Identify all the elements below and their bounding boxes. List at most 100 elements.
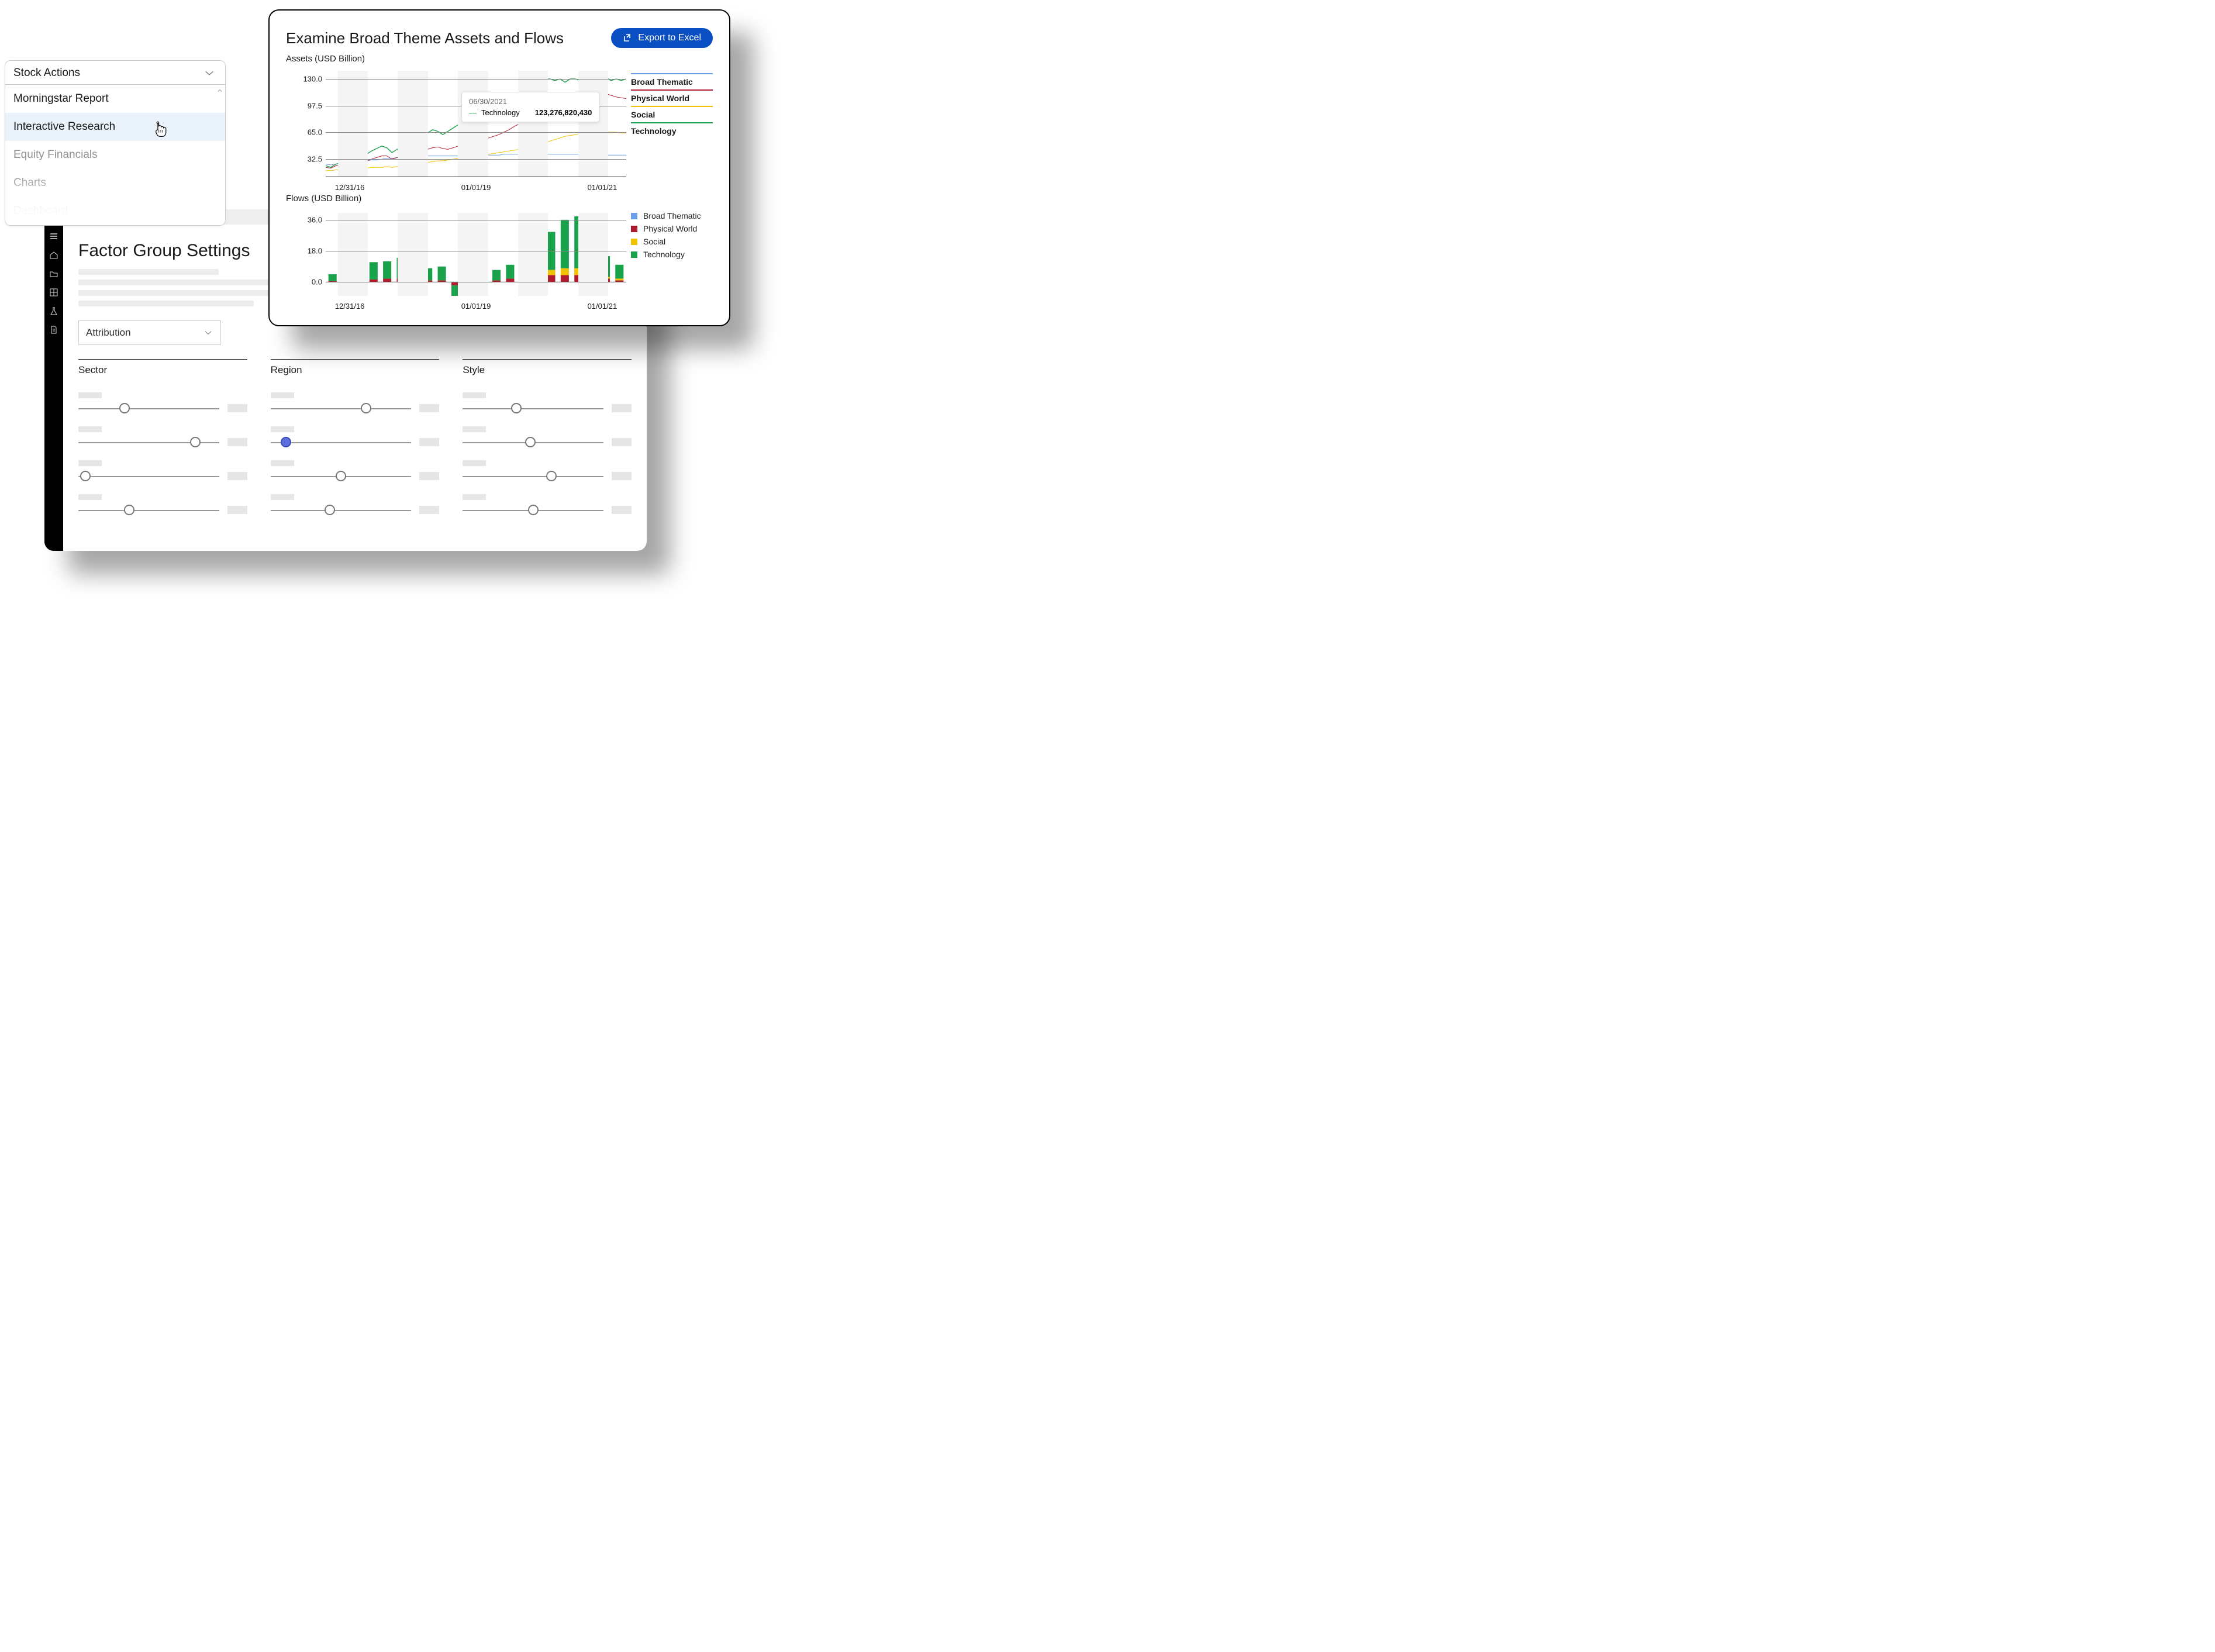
chevron-down-icon: [203, 327, 213, 338]
attribution-select[interactable]: Attribution: [78, 320, 221, 345]
slider-label: [271, 494, 294, 500]
folder-icon[interactable]: [49, 269, 58, 278]
flows-legend: Broad ThematicPhysical WorldSocialTechno…: [631, 209, 713, 261]
slider-value: [227, 404, 247, 412]
slider-thumb[interactable]: [546, 471, 557, 481]
slider-label: [78, 494, 102, 500]
slider-thumb[interactable]: [190, 437, 201, 447]
y-tick-label: 65.0: [308, 128, 322, 137]
chart-tooltip: 06/30/2021 — Technology 123,276,820,430: [461, 92, 599, 122]
slider-thumb[interactable]: [528, 505, 539, 515]
factor-slider[interactable]: [78, 494, 247, 528]
slider-label: [463, 392, 486, 398]
factor-column: Sector: [78, 359, 247, 528]
factor-slider[interactable]: [78, 460, 247, 494]
legend-item[interactable]: Physical World: [631, 89, 713, 106]
y-tick-label: 130.0: [303, 75, 322, 84]
dropdown-item-morningstar-report[interactable]: Morningstar Report: [5, 85, 225, 113]
slider-value: [227, 506, 247, 514]
factor-slider[interactable]: [271, 460, 440, 494]
dropdown-item-dashboard[interactable]: Dashboard: [5, 197, 225, 225]
tooltip-date: 06/30/2021: [469, 97, 592, 106]
x-tick-label: 01/01/19: [461, 183, 491, 192]
slider-track: [271, 408, 412, 409]
dropdown-item-equity-financials[interactable]: Equity Financials: [5, 141, 225, 169]
y-tick-label: 36.0: [308, 215, 322, 224]
grid-icon[interactable]: [49, 288, 58, 297]
factor-slider[interactable]: [463, 460, 632, 494]
assets-legend: Broad ThematicPhysical WorldSocialTechno…: [631, 73, 713, 139]
slider-value: [419, 404, 439, 412]
y-tick-label: 32.5: [308, 154, 322, 163]
slider-value: [612, 404, 632, 412]
slider-label: [271, 426, 294, 432]
dropdown-title: Stock Actions: [13, 67, 80, 80]
dropdown-item-interactive-research[interactable]: Interactive Research: [5, 113, 225, 141]
slider-value: [227, 438, 247, 446]
slider-track: [271, 442, 412, 443]
export-to-excel-button[interactable]: Export to Excel: [611, 28, 713, 48]
slider-thumb[interactable]: [124, 505, 134, 515]
x-tick-label: 12/31/16: [335, 183, 365, 192]
factor-slider[interactable]: [463, 494, 632, 528]
slider-thumb[interactable]: [525, 437, 536, 447]
factor-slider[interactable]: [463, 426, 632, 460]
legend-item[interactable]: Technology: [631, 122, 713, 139]
factor-slider[interactable]: [78, 392, 247, 426]
tooltip-series: Technology: [481, 108, 520, 117]
slider-thumb[interactable]: [325, 505, 335, 515]
slider-label: [271, 460, 294, 466]
slider-thumb[interactable]: [281, 437, 291, 447]
menu-icon[interactable]: [49, 232, 58, 241]
dropdown-body: Morningstar Report Interactive Research …: [5, 85, 225, 225]
legend-item[interactable]: Social: [631, 106, 713, 122]
legend-item[interactable]: Technology: [631, 248, 713, 261]
legend-item[interactable]: Social: [631, 235, 713, 248]
y-tick-label: 18.0: [308, 247, 322, 256]
theme-assets-flows-panel: Examine Broad Theme Assets and Flows Exp…: [268, 9, 730, 326]
legend-item[interactable]: Physical World: [631, 222, 713, 235]
tooltip-value: 123,276,820,430: [535, 108, 592, 117]
dropdown-header[interactable]: Stock Actions: [5, 61, 225, 85]
slider-thumb[interactable]: [361, 403, 371, 413]
export-label: Export to Excel: [638, 33, 701, 43]
slider-track: [463, 476, 603, 477]
slider-label: [463, 460, 486, 466]
slider-thumb[interactable]: [80, 471, 91, 481]
assets-subtitle: Assets (USD Billion): [286, 54, 713, 64]
y-tick-label: 0.0: [312, 278, 322, 287]
dropdown-item-charts[interactable]: Charts: [5, 169, 225, 197]
legend-item[interactable]: Broad Thematic: [631, 73, 713, 89]
cursor-pointer-icon: [153, 121, 168, 139]
factor-slider[interactable]: [271, 494, 440, 528]
slider-thumb[interactable]: [511, 403, 522, 413]
factor-slider[interactable]: [463, 392, 632, 426]
slider-label: [463, 426, 486, 432]
slider-track: [78, 510, 219, 511]
flask-icon[interactable]: [49, 306, 58, 316]
y-tick-label: 97.5: [308, 101, 322, 110]
slider-track: [78, 476, 219, 477]
document-icon[interactable]: [49, 325, 58, 334]
assets-line-chart[interactable]: 32.565.097.5130.0 12/31/1601/01/1901/01/…: [286, 65, 713, 194]
flows-bar-chart[interactable]: 0.018.036.0 12/31/1601/01/1901/01/21 Bro…: [286, 207, 713, 312]
home-icon[interactable]: [49, 250, 58, 260]
slider-value: [612, 438, 632, 446]
factor-column: Region: [271, 359, 440, 528]
factor-column-title: Style: [463, 359, 632, 376]
select-label: Attribution: [86, 327, 131, 339]
slider-label: [78, 426, 102, 432]
slider-thumb[interactable]: [336, 471, 346, 481]
placeholder-text: [78, 301, 254, 306]
stock-actions-dropdown[interactable]: Stock Actions Morningstar Report Interac…: [5, 60, 226, 226]
slider-value: [612, 472, 632, 480]
slider-thumb[interactable]: [119, 403, 130, 413]
factor-slider[interactable]: [78, 426, 247, 460]
factor-column: Style: [463, 359, 632, 528]
placeholder-text: [78, 269, 219, 275]
scrollbar-up-icon[interactable]: [217, 87, 223, 94]
factor-slider[interactable]: [271, 392, 440, 426]
factor-slider[interactable]: [271, 426, 440, 460]
x-tick-label: 12/31/16: [335, 302, 365, 311]
legend-item[interactable]: Broad Thematic: [631, 209, 713, 222]
